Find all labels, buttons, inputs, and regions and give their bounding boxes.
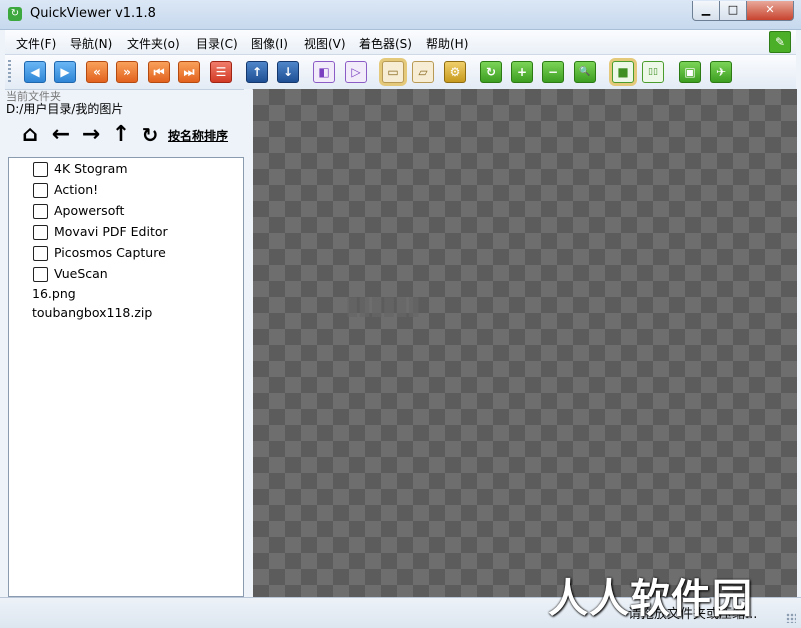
resize-grip-icon[interactable] <box>786 613 796 623</box>
menu-file[interactable]: 文件(F) <box>16 35 56 52</box>
folder-checkbox[interactable] <box>33 204 48 219</box>
menu-view[interactable]: 视图(V) <box>304 35 346 52</box>
prev-frame-icon[interactable]: ◧ <box>313 61 335 83</box>
arrow-left-icon[interactable]: ← <box>49 123 73 147</box>
list-item[interactable]: 16.png <box>9 284 243 304</box>
zoom-out-icon[interactable]: − <box>542 61 564 83</box>
list-icon[interactable]: ☰ <box>210 61 232 83</box>
menu-help[interactable]: 帮助(H) <box>426 35 468 52</box>
last-page-icon[interactable]: ⏭ <box>178 61 200 83</box>
menu-shader[interactable]: 着色器(S) <box>359 35 412 52</box>
zoom-in-icon[interactable]: + <box>511 61 533 83</box>
next-frame-icon[interactable]: ▷ <box>345 61 367 83</box>
minimize-button[interactable]: ▁ <box>692 1 720 21</box>
list-item[interactable]: Picosmos Capture <box>9 243 243 263</box>
next-volume-icon[interactable]: ↓ <box>277 61 299 83</box>
gear-icon[interactable]: ⚙ <box>444 61 466 83</box>
arrow-up-icon[interactable]: ↑ <box>109 123 133 147</box>
pin-icon[interactable]: ✈ <box>710 61 732 83</box>
menu-image[interactable]: 图像(I) <box>251 35 288 52</box>
viewer-placeholder-logo: ▮▮▮▮▮▮ <box>345 291 421 321</box>
toolbar-grip[interactable] <box>8 60 11 84</box>
watermark: 人人软件园 <box>548 576 753 622</box>
next-page-icon[interactable]: ▶ <box>54 61 76 83</box>
image-viewer-canvas[interactable]: ▮▮▮▮▮▮ <box>253 89 797 597</box>
slideshow-icon[interactable]: ▣ <box>679 61 701 83</box>
menu-catalog[interactable]: 目录(C) <box>196 35 238 52</box>
window-title: QuickViewer v1.1.8 <box>30 6 156 21</box>
first-page-icon[interactable]: ⏮ <box>148 61 170 83</box>
current-folder-path: D:/用户目录/我的图片 <box>6 102 124 116</box>
list-item[interactable]: Movavi PDF Editor <box>9 222 243 242</box>
fast-forward-icon[interactable]: » <box>116 61 138 83</box>
folder-checkbox[interactable] <box>33 225 48 240</box>
list-item[interactable]: Action! <box>9 180 243 200</box>
app-logo-icon: ↻ <box>8 7 22 21</box>
menu-bar: 文件(F) 导航(N) 文件夹(o) 目录(C) 图像(I) 视图(V) 着色器… <box>5 30 796 55</box>
folder-icon[interactable]: ▭ <box>382 61 404 83</box>
list-item[interactable]: Apowersoft <box>9 201 243 221</box>
arrow-right-icon[interactable]: → <box>79 123 103 147</box>
prev-volume-icon[interactable]: ↑ <box>246 61 268 83</box>
edit-icon[interactable]: ✎ <box>769 31 791 53</box>
menu-navigate[interactable]: 导航(N) <box>70 35 112 52</box>
panel-splitter[interactable] <box>244 89 252 597</box>
prev-page-icon[interactable]: ◀ <box>24 61 46 83</box>
folder-checkbox[interactable] <box>33 183 48 198</box>
rotate-icon[interactable]: ↻ <box>480 61 502 83</box>
title-bar: ↻ QuickViewer v1.1.8 ▁ □ ✕ <box>0 0 801 30</box>
list-item[interactable]: toubangbox118.zip <box>9 303 243 323</box>
list-item[interactable]: 4K Stogram <box>9 159 243 179</box>
maximize-button[interactable]: □ <box>719 1 747 21</box>
single-page-icon[interactable]: ■ <box>612 61 634 83</box>
sort-by-name-link[interactable]: 按名称排序 <box>168 127 228 144</box>
menu-folder[interactable]: 文件夹(o) <box>127 35 180 52</box>
refresh-icon[interactable]: ↻ <box>138 123 162 147</box>
close-button[interactable]: ✕ <box>746 1 794 21</box>
folder-checkbox[interactable] <box>33 246 48 261</box>
home-icon[interactable]: ⌂ <box>18 123 42 147</box>
catalog-icon[interactable]: ▱ <box>412 61 434 83</box>
folder-checkbox[interactable] <box>33 162 48 177</box>
list-item[interactable]: VueScan <box>9 264 243 284</box>
folder-file-list[interactable]: 4K Stogram Action! Apowersoft Movavi PDF… <box>8 157 244 597</box>
rewind-icon[interactable]: « <box>86 61 108 83</box>
folder-checkbox[interactable] <box>33 267 48 282</box>
dual-page-icon[interactable]: ▯▯ <box>642 61 664 83</box>
magnifier-icon[interactable]: 🔍 <box>574 61 596 83</box>
